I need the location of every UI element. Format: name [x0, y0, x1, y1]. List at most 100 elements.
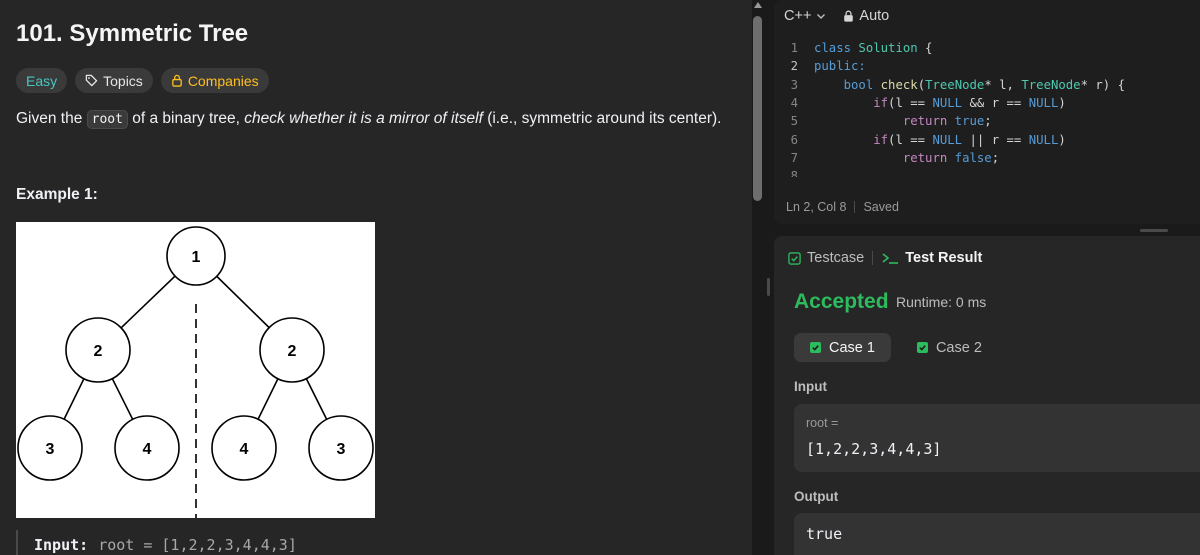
case-1-button[interactable]: Case 1: [794, 333, 891, 362]
code-token: return: [902, 150, 955, 165]
check-icon: [916, 342, 928, 353]
input-section-label: Input: [794, 379, 827, 394]
editor-toolbar: C++ Auto: [784, 8, 889, 24]
tree-node-label: 1: [192, 249, 201, 266]
line-number: 3: [790, 77, 798, 92]
verdict-status: Accepted: [794, 290, 889, 313]
tree-node-label: 2: [94, 343, 103, 360]
code-token: (l ==: [888, 96, 933, 111]
code-line[interactable]: 6 if (l == NULL || r == NULL): [774, 130, 1200, 148]
companies-label: Companies: [187, 72, 259, 89]
tab-testcase[interactable]: Testcase: [788, 250, 864, 266]
tag-icon: [85, 74, 98, 87]
code-token: NULL: [932, 132, 963, 147]
line-number: 2: [790, 59, 798, 74]
code-token: TreeNode: [925, 77, 985, 92]
input-value: root = [1,2,2,3,4,4,3]: [98, 536, 297, 554]
code-token: (l ==: [888, 132, 933, 147]
line-number: 8: [790, 169, 798, 177]
terminal-icon: [882, 253, 899, 264]
input-variable-name: root =: [806, 416, 839, 430]
difficulty-label: Easy: [26, 72, 58, 89]
example-input: Input: root = [1,2,2,3,4,4,3]: [16, 530, 297, 555]
code-token: true: [954, 114, 985, 129]
input-box: root = [1,2,2,3,4,4,3]: [794, 404, 1200, 472]
tree-node-label: 3: [337, 441, 346, 458]
lock-icon: [844, 10, 854, 22]
code-line[interactable]: 1 class Solution {: [774, 39, 1200, 57]
code-token: NULL: [1028, 132, 1059, 147]
chevron-down-icon: [817, 14, 826, 19]
output-value: true: [806, 525, 843, 543]
line-number: 4: [790, 96, 798, 111]
desc-emphasis: check whether it is a mirror of itself: [244, 110, 483, 127]
code-token: if: [873, 132, 889, 147]
runtime-text: Runtime: 0 ms: [896, 294, 987, 310]
case-2-button[interactable]: Case 2: [901, 333, 998, 362]
tab-test-result[interactable]: Test Result: [881, 250, 982, 266]
output-box: true: [794, 513, 1200, 555]
case-1-label: Case 1: [829, 339, 875, 356]
code-token: NULL: [932, 96, 963, 111]
problem-description: Given the root of a binary tree, check w…: [16, 110, 721, 129]
difficulty-badge[interactable]: Easy: [16, 68, 68, 93]
example-title: Example 1:: [16, 186, 98, 203]
tab-testcase-label: Testcase: [807, 250, 865, 266]
code-token: class: [814, 41, 859, 56]
code-token: false: [954, 150, 992, 165]
problem-panel: 101. Symmetric Tree Easy Topics Companie…: [0, 0, 752, 555]
code-line[interactable]: 7 return false;: [774, 149, 1200, 167]
tree-node-label: 3: [46, 441, 55, 458]
tree-node-label: 2: [288, 343, 297, 360]
code-line[interactable]: 2 public:: [774, 57, 1200, 75]
code-token: bool: [843, 77, 881, 92]
line-number: 6: [790, 132, 798, 147]
test-result-panel: Testcase Test Result Accepted Runtime: 0…: [774, 236, 1200, 555]
status-divider: [854, 201, 856, 213]
problem-tags: Easy Topics Companies: [16, 68, 269, 93]
tree-node-label: 4: [240, 441, 249, 458]
check-icon: [810, 342, 821, 353]
code-token: TreeNode: [1021, 77, 1081, 92]
topics-label: Topics: [103, 72, 143, 89]
drag-handle-icon[interactable]: [767, 278, 770, 296]
code-token: (: [917, 77, 926, 92]
lock-icon: [171, 74, 183, 87]
code-area[interactable]: 1 class Solution {2 public: 3 bool check(Tr…: [774, 39, 1200, 177]
code-line[interactable]: 3 bool check(TreeNode * l, TreeNode * r) {: [774, 76, 1200, 94]
code-token: {: [917, 41, 933, 56]
code-token: check: [880, 77, 918, 92]
companies-button[interactable]: Companies: [160, 68, 269, 93]
code-line[interactable]: 4 if (l == NULL && r == NULL): [774, 94, 1200, 112]
tree-diagram: 1 2 2 3 4 4 3: [16, 222, 375, 518]
code-token: * r) {: [1080, 77, 1126, 92]
code-token: return: [902, 114, 955, 129]
tab-test-result-label: Test Result: [905, 250, 983, 266]
save-status: Saved: [863, 200, 899, 214]
case-2-label: Case 2: [935, 339, 982, 356]
language-selector[interactable]: C++: [784, 8, 827, 24]
case-tabs: Case 1 Case 2: [794, 333, 998, 362]
auto-mode-toggle[interactable]: Auto: [843, 8, 889, 24]
line-number: 5: [790, 114, 798, 129]
code-token: if: [873, 96, 889, 111]
code-token: * l,: [984, 77, 1022, 92]
root-code: root: [86, 110, 128, 129]
code-line[interactable]: 8: [774, 167, 1200, 177]
panel-resize-handle[interactable]: [1140, 229, 1168, 232]
scroll-up-arrow-icon[interactable]: [753, 0, 763, 10]
code-token: NULL: [1028, 96, 1059, 111]
scrollbar-thumb[interactable]: [753, 16, 762, 201]
line-number: 7: [790, 150, 798, 165]
code-line[interactable]: 5 return true;: [774, 112, 1200, 130]
topics-button[interactable]: Topics: [75, 68, 153, 93]
input-label: Input:: [34, 536, 89, 554]
problem-title: 101. Symmetric Tree: [16, 20, 249, 47]
tab-divider: [872, 251, 874, 265]
output-section-label: Output: [794, 489, 839, 504]
